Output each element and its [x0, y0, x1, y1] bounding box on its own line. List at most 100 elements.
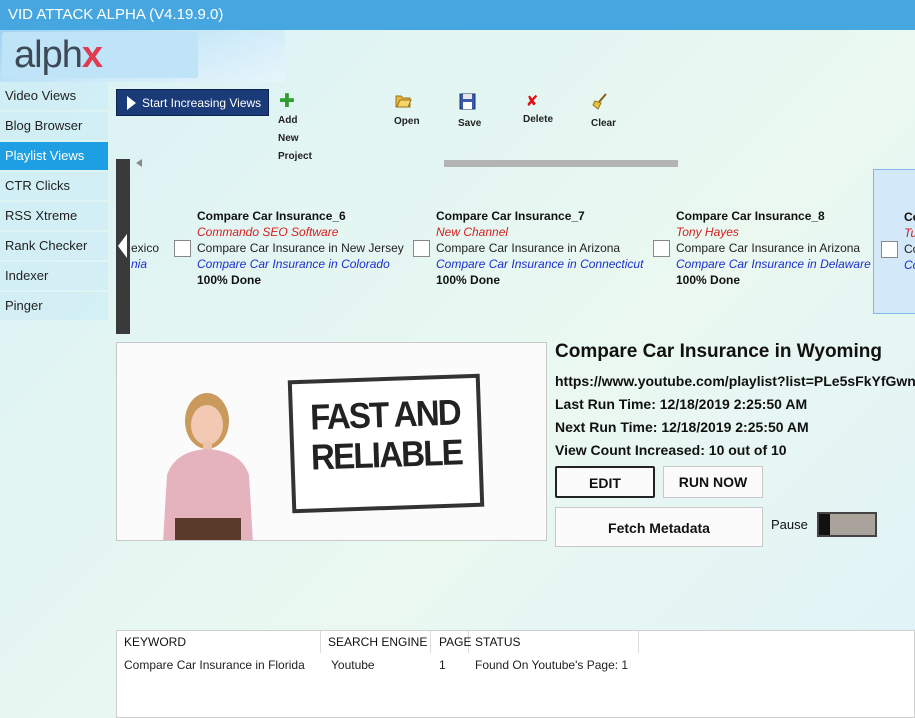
partial-card-text: Co — [904, 210, 915, 224]
card-checkbox[interactable] — [881, 241, 898, 258]
column-header-status[interactable]: STATUS — [469, 631, 639, 653]
sidebar-item-label: RSS Xtreme — [5, 208, 78, 223]
card-checkbox[interactable] — [413, 240, 430, 257]
delete-button[interactable]: ✘ Delete — [523, 93, 553, 129]
partial-card-text: Tu — [904, 226, 915, 240]
presenter-figure — [163, 393, 253, 540]
floppy-disk-icon — [458, 93, 476, 115]
cell-search-engine: Youtube — [331, 658, 375, 672]
partial-card-text: exico — [131, 241, 160, 255]
column-header-keyword[interactable]: KEYWORD — [117, 631, 321, 653]
cell-keyword: Compare Car Insurance in Florida — [124, 658, 305, 672]
cell-status: Found On Youtube's Page: 1 — [475, 658, 629, 672]
partial-card-text: nia — [131, 257, 148, 271]
project-card[interactable]: Compare Car Insurance_6 Commando SEO Sof… — [197, 208, 404, 288]
sidebar-item-indexer[interactable]: Indexer — [0, 262, 108, 290]
logo-accent: x — [81, 34, 103, 76]
save-label: Save — [458, 118, 482, 129]
card-title: Compare Car Insurance_7 — [436, 209, 585, 223]
run-now-button[interactable]: RUN NOW — [663, 466, 763, 498]
start-increasing-views-button[interactable]: Start Increasing Views — [116, 89, 269, 116]
project-title: Compare Car Insurance in Wyoming — [555, 341, 882, 362]
edit-label: EDIT — [589, 475, 621, 491]
card-checkbox[interactable] — [653, 240, 670, 257]
card-current-keyword: Compare Car Insurance in Connecticut — [436, 257, 644, 271]
sidebar-item-ctr-clicks[interactable]: CTR Clicks — [0, 172, 108, 200]
clear-button[interactable]: Clear — [591, 93, 616, 133]
card-owner: New Channel — [436, 225, 509, 239]
card-keyword: Compare Car Insurance in Arizona — [676, 241, 861, 255]
broom-icon — [591, 93, 609, 115]
delete-label: Delete — [523, 114, 554, 125]
logo-banner: alphx — [0, 30, 285, 82]
sidebar-item-pinger[interactable]: Pinger — [0, 292, 108, 320]
chevron-left-icon — [118, 234, 127, 258]
partial-card-text: Co — [904, 258, 915, 272]
sidebar-item-label: Rank Checker — [5, 238, 88, 253]
pause-label: Pause — [771, 517, 808, 532]
card-checkbox[interactable] — [174, 240, 191, 257]
window-title-bar: VID ATTACK ALPHA (V4.19.9.0) — [0, 0, 915, 30]
sidebar-item-rss-xtreme[interactable]: RSS Xtreme — [0, 202, 108, 230]
card-keyword: Compare Car Insurance in New Jersey — [197, 241, 404, 255]
card-current-keyword: Compare Car Insurance in Colorado — [197, 257, 390, 271]
view-count: View Count Increased: 10 out of 10 — [555, 442, 787, 458]
next-run-time: Next Run Time: 12/18/2019 2:25:50 AM — [555, 419, 809, 435]
card-progress: 100% Done — [197, 273, 262, 287]
partial-card-left[interactable]: exico nia — [131, 240, 161, 272]
sidebar-item-label: Pinger — [5, 298, 43, 313]
last-run-time: Last Run Time: 12/18/2019 2:25:50 AM — [555, 396, 808, 412]
project-card[interactable]: Compare Car Insurance_8 Tony Hayes Compa… — [676, 208, 871, 288]
card-title: Compare Car Insurance_6 — [197, 209, 346, 223]
save-button[interactable]: Save — [458, 93, 481, 133]
partial-card-text: Co — [904, 242, 915, 256]
card-keyword: Compare Car Insurance in Arizona — [436, 241, 621, 255]
start-label: Start Increasing Views — [142, 96, 262, 110]
card-owner: Commando SEO Software — [197, 225, 339, 239]
sidebar-item-label: Blog Browser — [5, 118, 83, 133]
card-current-keyword: Compare Car Insurance in Delaware — [676, 257, 871, 271]
thumbnail-sign-text: FAST AND RELIABLE — [309, 391, 463, 478]
column-header-page[interactable]: PAGE — [431, 631, 471, 653]
results-table: KEYWORD SEARCH ENGINE PAGE STATUS Compar… — [116, 630, 915, 718]
sidebar-item-label: Playlist Views — [5, 148, 85, 163]
sidebar-item-rank-checker[interactable]: Rank Checker — [0, 232, 108, 260]
project-card-selected[interactable]: Co Tu Co Co — [873, 169, 915, 314]
sidebar-item-label: Indexer — [5, 268, 49, 283]
open-button[interactable]: Open — [394, 93, 420, 131]
sidebar-item-label: CTR Clicks — [5, 178, 70, 193]
project-card[interactable]: Compare Car Insurance_7 New Channel Comp… — [436, 208, 643, 288]
sidebar-item-label: Video Views — [5, 88, 77, 103]
thumbnail-sign: FAST AND RELIABLE — [287, 373, 485, 514]
play-icon — [127, 96, 136, 110]
carousel-prev-button[interactable] — [116, 159, 130, 334]
pause-toggle[interactable] — [817, 512, 877, 537]
add-icon: ✚ — [279, 91, 295, 112]
card-title: Compare Car Insurance_8 — [676, 209, 825, 223]
open-label: Open — [394, 116, 420, 127]
add-new-project-button[interactable]: ✚ Add New Project — [278, 91, 312, 166]
edit-button[interactable]: EDIT — [555, 466, 655, 498]
delete-x-icon: ✘ — [525, 93, 539, 110]
column-header-search-engine[interactable]: SEARCH ENGINE — [321, 631, 431, 653]
card-progress: 100% Done — [436, 273, 501, 287]
window-title: VID ATTACK ALPHA (V4.19.9.0) — [8, 6, 224, 23]
fetch-metadata-label: Fetch Metadata — [608, 520, 710, 536]
sidebar-nav: Video Views Blog Browser Playlist Views … — [0, 82, 108, 322]
sidebar-item-blog-browser[interactable]: Blog Browser — [0, 112, 108, 140]
scroll-left-arrow[interactable] — [136, 159, 142, 167]
horizontal-scrollbar-thumb[interactable] — [444, 160, 678, 167]
logo-text: alph — [14, 34, 83, 76]
sidebar-item-playlist-views[interactable]: Playlist Views — [0, 142, 108, 170]
playlist-url: https://www.youtube.com/playlist?list=PL… — [555, 373, 915, 389]
card-progress: 100% Done — [676, 273, 741, 287]
fetch-metadata-button[interactable]: Fetch Metadata — [555, 507, 763, 547]
card-owner: Tony Hayes — [676, 225, 739, 239]
add-label: Add New Project — [278, 115, 312, 162]
cell-page: 1 — [439, 658, 446, 672]
video-thumbnail: FAST AND RELIABLE — [116, 342, 547, 541]
sidebar-item-video-views[interactable]: Video Views — [0, 82, 108, 110]
toggle-knob — [819, 514, 830, 535]
folder-open-icon — [394, 93, 412, 113]
partial-card-right: Co Tu Co Co — [904, 209, 915, 273]
